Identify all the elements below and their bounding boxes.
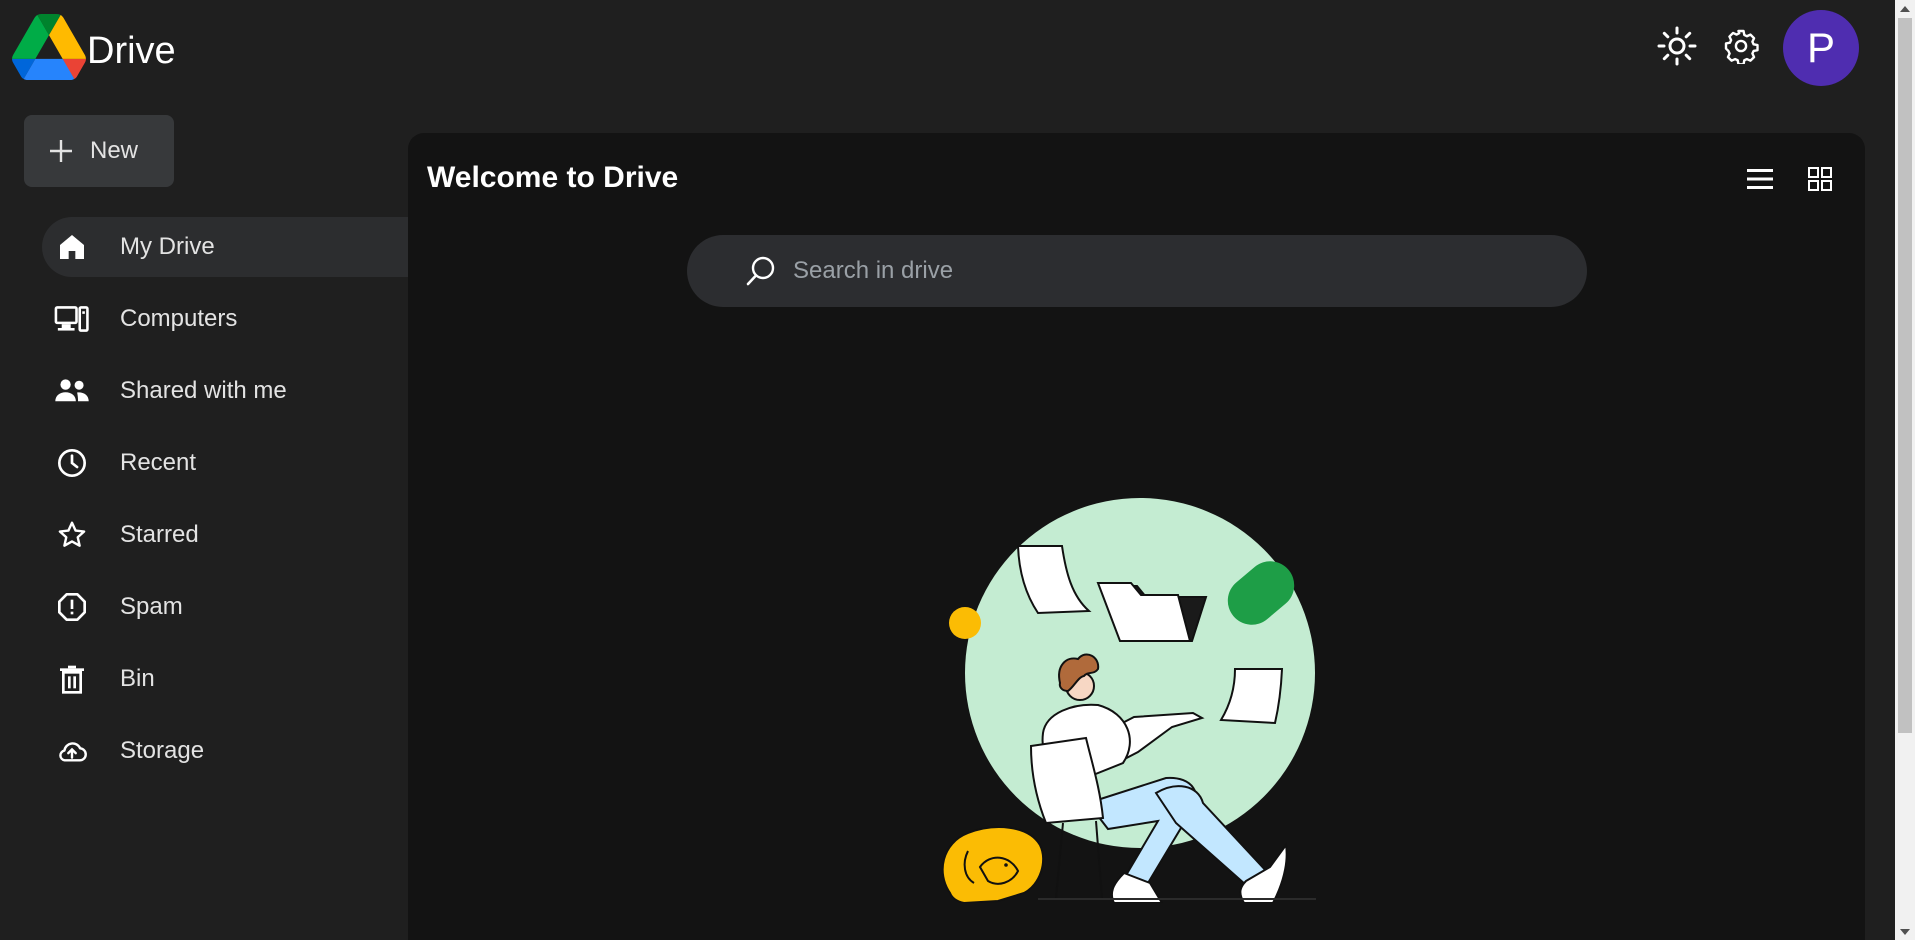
search-bar	[687, 235, 1587, 307]
app-title: Drive	[87, 30, 176, 72]
sidebar-item-my-drive[interactable]: My Drive	[42, 217, 408, 277]
scroll-up-arrow-icon[interactable]	[1895, 0, 1915, 17]
sidebar-item-label: Spam	[120, 593, 183, 620]
drive-app: Drive P New My Drive Computers Shared wi…	[0, 0, 1915, 940]
sidebar-item-spam[interactable]: Spam	[42, 577, 408, 637]
spam-icon	[54, 589, 90, 625]
sidebar-item-shared-with-me[interactable]: Shared with me	[42, 361, 408, 421]
grid-view-button[interactable]	[1798, 157, 1842, 201]
home-icon	[54, 229, 90, 265]
sidebar-item-label: Starred	[120, 521, 199, 548]
cloud-icon	[54, 733, 90, 769]
settings-button[interactable]	[1717, 22, 1765, 70]
sidebar-item-starred[interactable]: Starred	[42, 505, 408, 565]
search-icon[interactable]	[745, 254, 779, 288]
sun-icon	[1657, 26, 1697, 66]
sidebar-item-label: Shared with me	[120, 377, 287, 404]
sidebar-item-label: Bin	[120, 665, 155, 692]
search-input[interactable]	[793, 251, 1587, 291]
trash-icon	[54, 661, 90, 697]
star-icon	[54, 517, 90, 553]
empty-state-illustration	[941, 498, 1316, 903]
list-view-button[interactable]	[1738, 157, 1782, 201]
sidebar-item-label: Storage	[120, 737, 205, 764]
computers-icon	[54, 301, 90, 337]
people-icon	[54, 373, 90, 409]
grid-view-icon	[1808, 167, 1832, 191]
top-bar: Drive P	[0, 0, 1895, 100]
gear-icon	[1724, 29, 1759, 64]
clock-icon	[54, 445, 90, 481]
sidebar-item-label: Recent	[120, 449, 197, 476]
main-panel: Welcome to Drive	[408, 133, 1865, 940]
list-view-icon	[1747, 169, 1773, 189]
scrollbar-thumb[interactable]	[1898, 18, 1912, 733]
scroll-down-arrow-icon[interactable]	[1895, 923, 1915, 940]
new-button[interactable]: New	[24, 115, 174, 187]
sidebar-item-label: My Drive	[120, 233, 215, 260]
page-title: Welcome to Drive	[427, 161, 679, 194]
sidebar-nav: My Drive Computers Shared with me Recent…	[42, 217, 408, 793]
plus-icon	[50, 140, 72, 162]
user-avatar[interactable]: P	[1783, 10, 1859, 86]
drive-logo-icon	[12, 14, 86, 80]
new-button-label: New	[90, 137, 139, 164]
vertical-scrollbar[interactable]	[1895, 0, 1915, 940]
sidebar-item-recent[interactable]: Recent	[42, 433, 408, 493]
sidebar-item-storage[interactable]: Storage	[42, 721, 408, 781]
sidebar-item-computers[interactable]: Computers	[42, 289, 408, 349]
sidebar-item-label: Computers	[120, 305, 238, 332]
theme-toggle-button[interactable]	[1653, 22, 1701, 70]
sidebar-item-bin[interactable]: Bin	[42, 649, 408, 709]
